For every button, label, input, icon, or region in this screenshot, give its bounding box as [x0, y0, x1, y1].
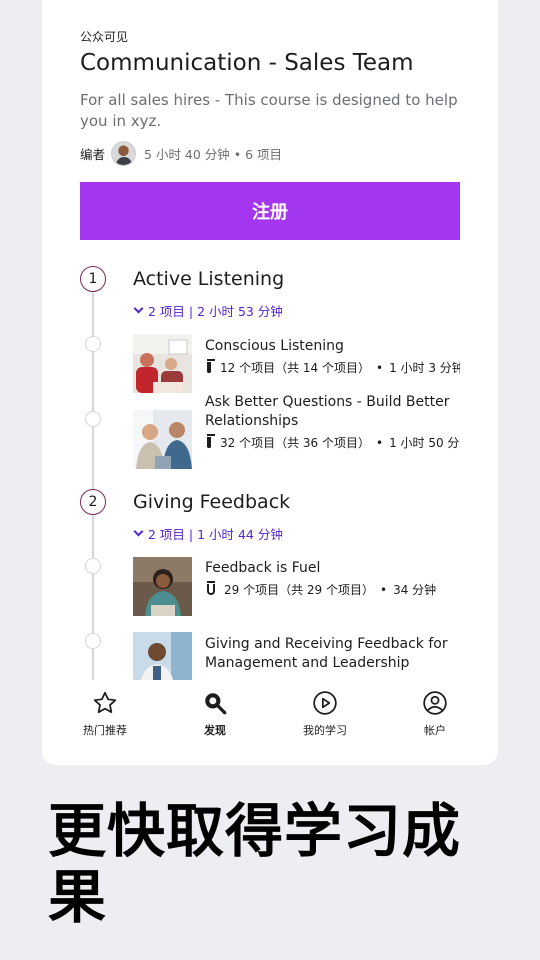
section-meta: 2 项目 | 2 小时 53 分钟 — [148, 304, 283, 319]
timeline-dot — [85, 558, 101, 574]
section-meta: 2 项目 | 1 小时 44 分钟 — [148, 527, 283, 542]
tab-my-learning[interactable]: 我的学习 — [273, 680, 377, 765]
item-title[interactable]: Conscious Listening — [205, 337, 467, 356]
course-card: 公众可见 Communication - Sales Team For all … — [42, 0, 498, 765]
item-title[interactable]: Giving and Receiving Feedback for Manage… — [205, 635, 467, 673]
section-meta-toggle[interactable]: 2 项目 | 1 小时 44 分钟 — [133, 524, 283, 543]
item-duration: 1 小时 50 分钟 — [389, 436, 460, 450]
author-row: 编者 5 小时 40 分钟 • 6 项目 — [80, 140, 282, 166]
section-title: Giving Feedback — [133, 491, 291, 513]
bottom-tab-bar: 热门推荐 发现 我的学习 帐户 — [42, 680, 498, 765]
tab-label: 我的学习 — [303, 724, 347, 737]
item-meta: 12 个项目（共 14 个项目） • 1 小时 3 分钟 — [205, 359, 460, 376]
account-icon — [422, 690, 448, 716]
timeline-dot — [85, 336, 101, 352]
chevron-down-icon — [133, 303, 144, 314]
course-thumbnail[interactable] — [133, 334, 192, 393]
author-label: 编者 — [80, 146, 106, 162]
section-meta-toggle[interactable]: 2 项目 | 2 小时 53 分钟 — [133, 301, 283, 320]
timeline-dot — [85, 411, 101, 427]
chevron-down-icon — [133, 526, 144, 537]
tab-label: 发现 — [204, 724, 226, 737]
item-count: 29 个项目（共 29 个项目） — [224, 583, 374, 597]
search-icon — [202, 690, 228, 716]
course-thumbnail[interactable] — [133, 410, 192, 469]
enroll-button[interactable]: 注册 — [80, 182, 460, 240]
udemy-logo-icon — [207, 434, 215, 448]
section-title: Active Listening — [133, 268, 285, 290]
timeline-dot — [85, 633, 101, 649]
section-number: 2 — [80, 489, 106, 515]
udemy-logo-icon — [207, 359, 215, 373]
star-icon — [92, 690, 118, 716]
item-meta: 29 个项目（共 29 个项目） • 34 分钟 — [205, 581, 460, 598]
item-count: 12 个项目（共 14 个项目） — [220, 361, 370, 375]
item-title[interactable]: Ask Better Questions - Build Better Rela… — [205, 393, 467, 431]
item-duration: 34 分钟 — [393, 583, 437, 597]
item-meta: 32 个项目（共 36 个项目） • 1 小时 50 分钟 — [205, 434, 460, 451]
item-title[interactable]: Feedback is Fuel — [205, 559, 467, 578]
promo-slogan: 更快取得学习成果 — [48, 797, 462, 931]
tab-featured[interactable]: 热门推荐 — [53, 680, 157, 765]
play-circle-icon — [312, 690, 338, 716]
tab-account[interactable]: 帐户 — [383, 680, 487, 765]
course-thumbnail[interactable] — [133, 557, 192, 616]
course-description: For all sales hires - This course is des… — [80, 91, 458, 130]
course-title: Communication - Sales Team — [80, 50, 414, 76]
item-duration: 1 小时 3 分钟 — [389, 361, 460, 375]
avatar[interactable] — [111, 140, 137, 166]
tab-discover[interactable]: 发现 — [163, 680, 267, 765]
udemy-logo-icon — [207, 581, 215, 595]
item-count: 32 个项目（共 36 个项目） — [220, 436, 370, 450]
tab-label: 帐户 — [424, 724, 446, 737]
visibility-label: 公众可见 — [80, 30, 129, 44]
course-meta: 5 小时 40 分钟 • 6 项目 — [144, 146, 283, 162]
tab-label: 热门推荐 — [83, 724, 127, 737]
section-number: 1 — [80, 266, 106, 292]
